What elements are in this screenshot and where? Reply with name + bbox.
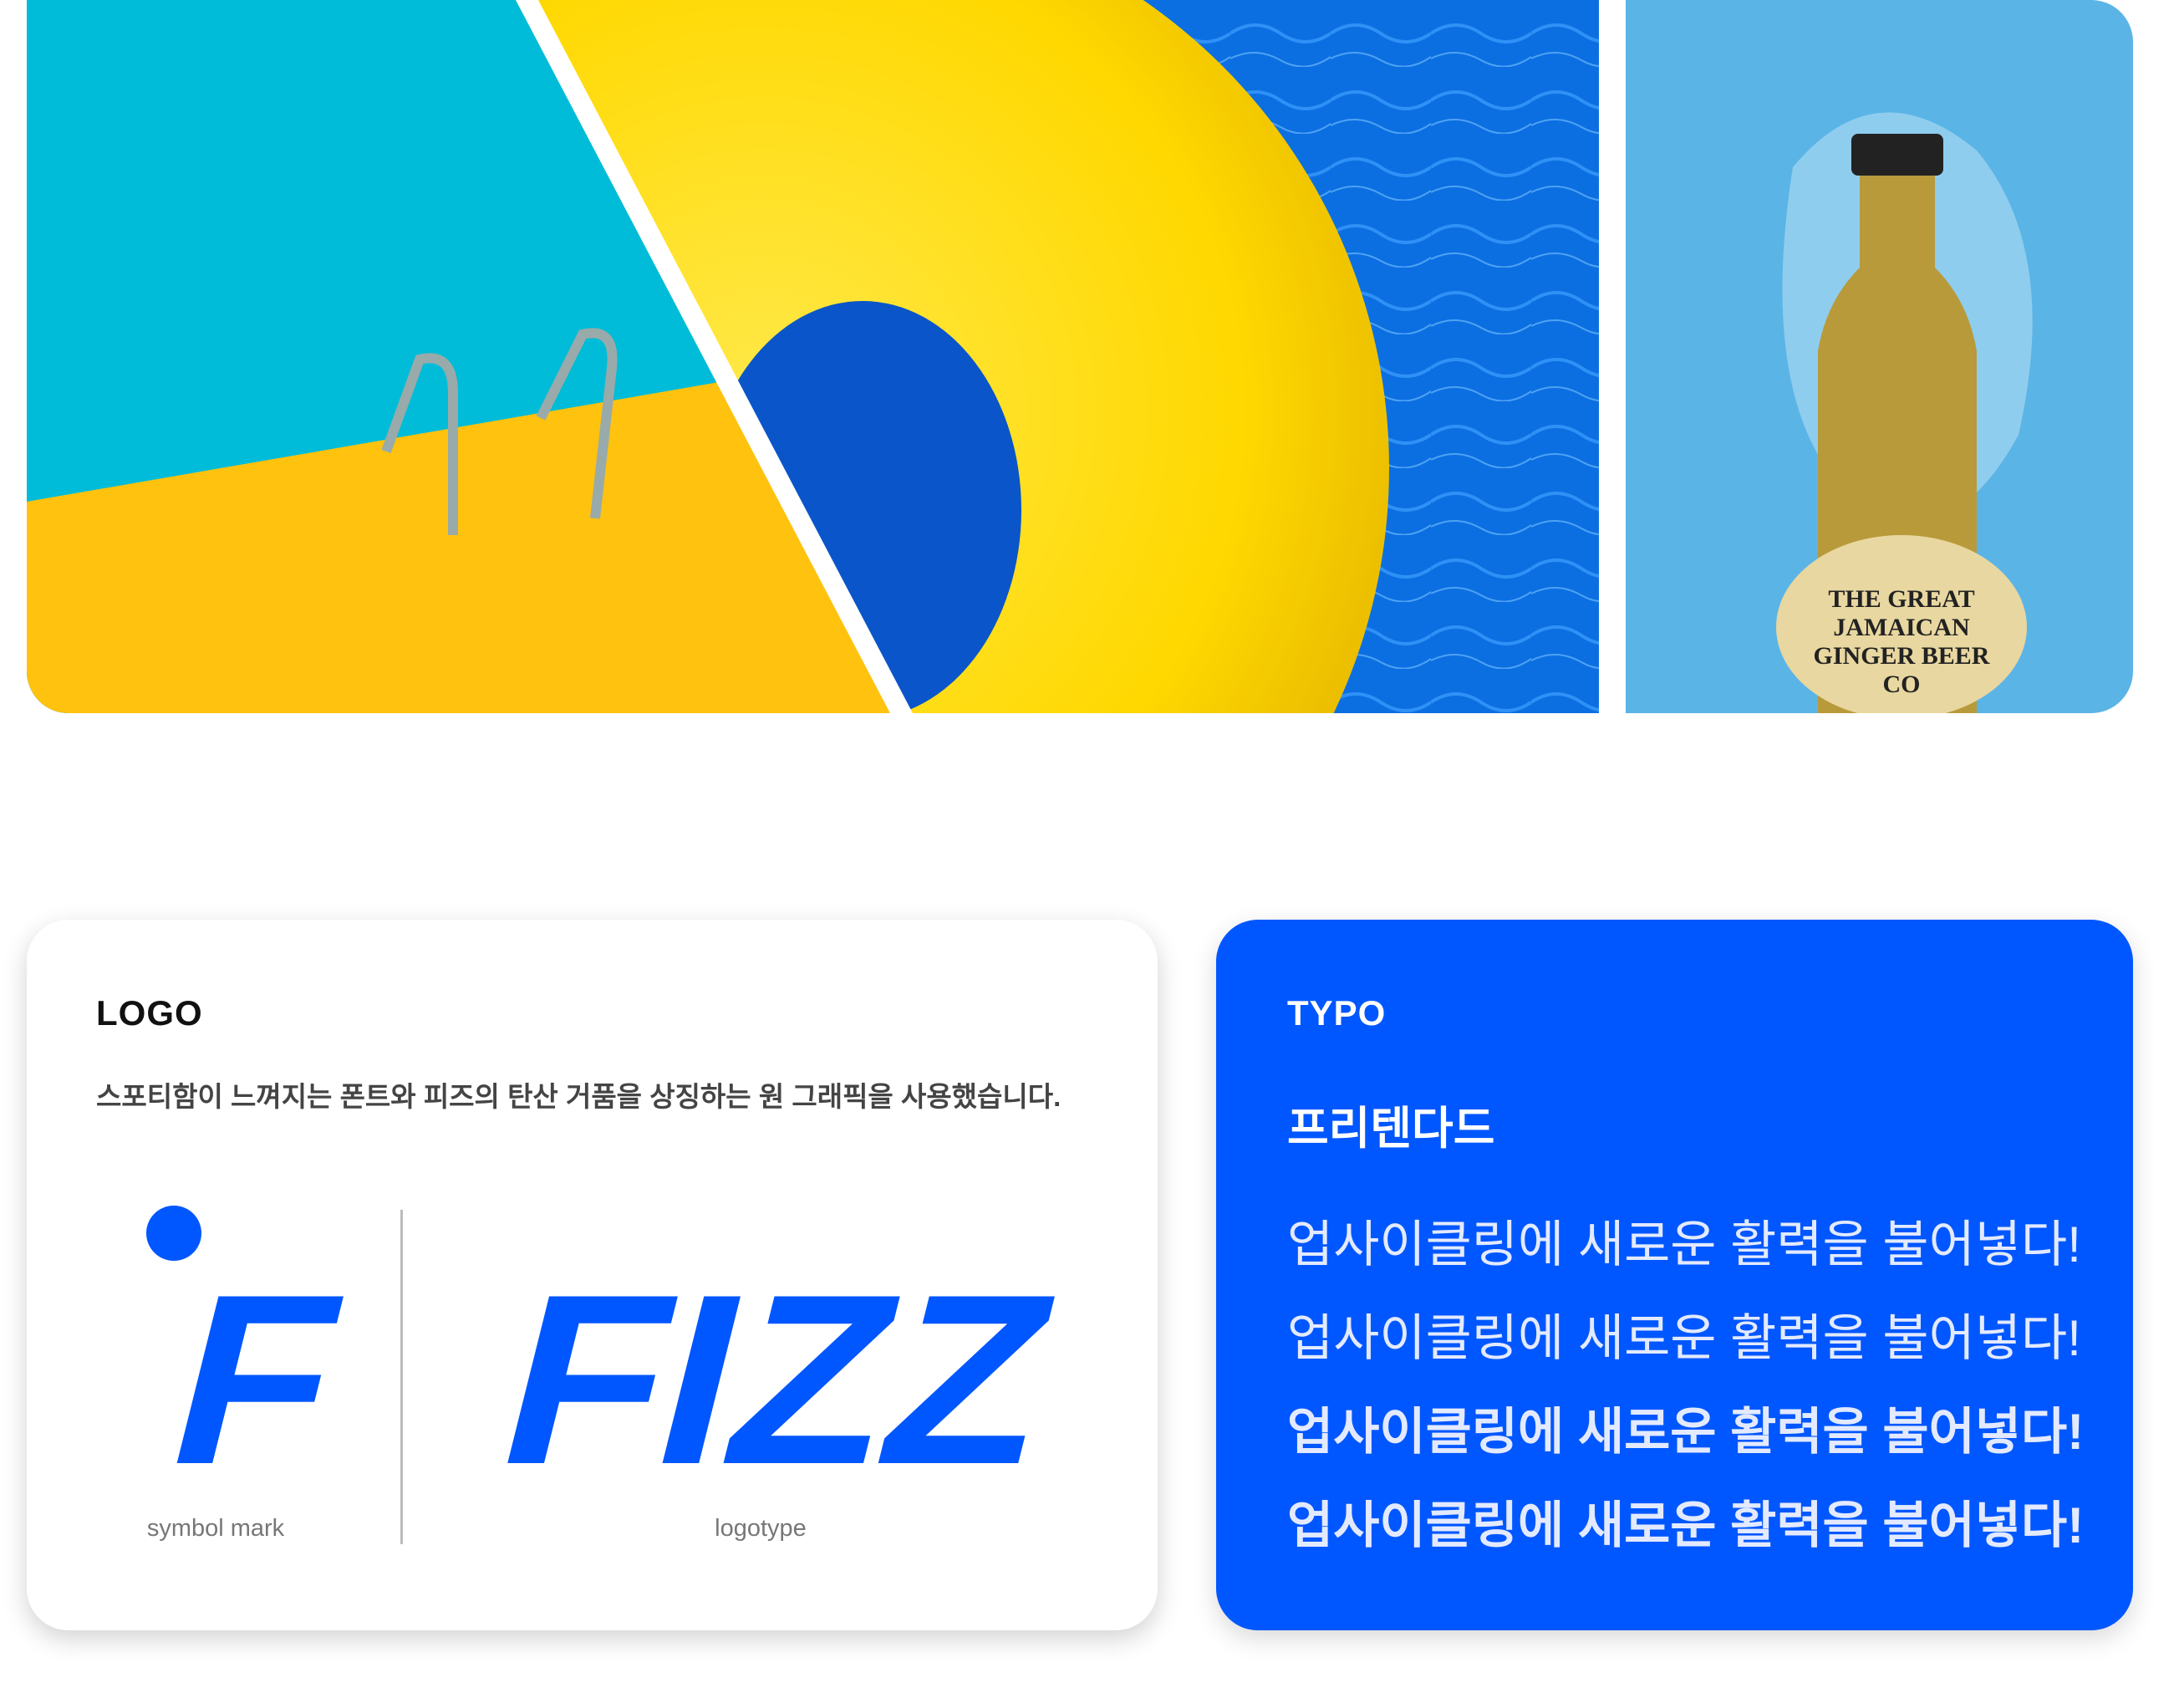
sample-regular: 업사이클링에 새로운 활력을 불어넣다! [1287, 1310, 2081, 1366]
sample-extrabold: 업사이클링에 새로운 활력을 불어넣다! [1287, 1497, 2085, 1553]
typo-card-title: TYPO [1287, 993, 1387, 1033]
pool-float-ring-icon [27, 0, 1599, 713]
sample-semibold: 업사이클링에 새로운 활력을 불어넣다! [1287, 1404, 2085, 1460]
sample-light: 업사이클링에 새로운 활력을 불어넣다! [1287, 1216, 2081, 1272]
logo-divider [400, 1210, 403, 1544]
symbol-mark-label: symbol mark [146, 1515, 285, 1542]
bubble-dot-icon [146, 1206, 201, 1261]
symbol-mark-letter: F [148, 1244, 366, 1515]
logotype-label: logotype [715, 1515, 807, 1542]
pool-photo [27, 0, 1599, 713]
typo-card: TYPO 프리텐다드 업사이클링에 새로운 활력을 불어넣다! 업사이클링에 새… [1216, 920, 2133, 1630]
logotype-text: FIZZ [478, 1244, 1081, 1515]
bottle-photo: THE GREAT JAMAICAN GINGER BEER CO [1626, 0, 2133, 713]
logo-card: LOGO 스포티함이 느껴지는 폰트와 피즈의 탄산 거품을 상징하는 원 그래… [27, 920, 1158, 1630]
font-name: 프리텐다드 [1287, 1104, 1495, 1154]
bottle-label-text: THE GREAT JAMAICAN GINGER BEER CO [1813, 585, 1990, 698]
